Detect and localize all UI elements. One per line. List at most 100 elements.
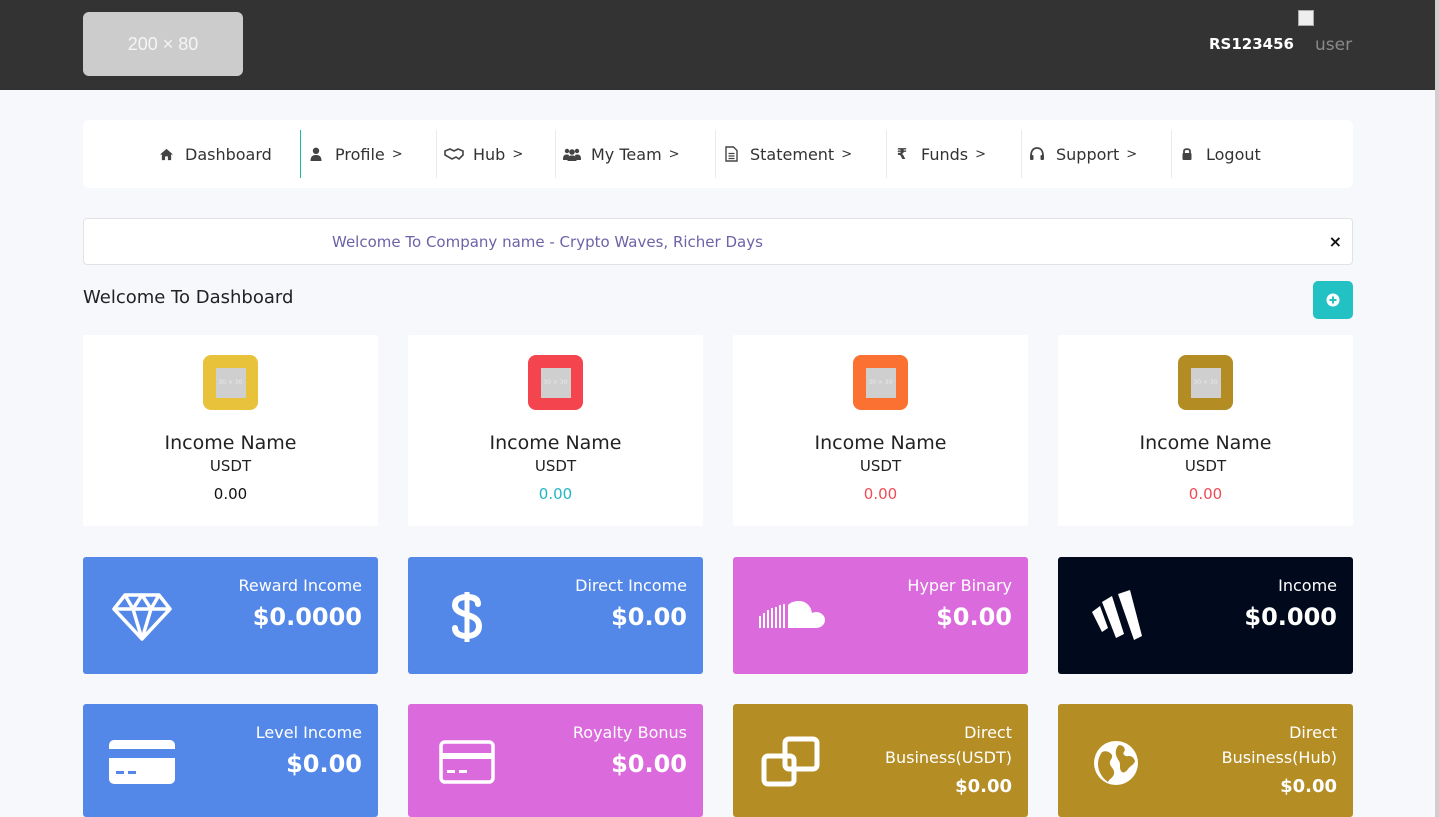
nav-item-support[interactable]: Support >: [1026, 130, 1137, 178]
stat-card-direct-income[interactable]: Direct Income $0.00: [408, 557, 703, 674]
announcement-marquee: Welcome To Company name - Crypto Waves, …: [83, 218, 1353, 265]
credit-card-icon: [109, 740, 175, 784]
chevron-right-icon: >: [391, 146, 403, 162]
broken-image-icon: [1298, 10, 1314, 26]
stat-card-income[interactable]: Income $0.000: [1058, 557, 1353, 674]
stat-label: Direct Income: [575, 576, 687, 595]
income-card-name: Income Name: [489, 432, 622, 454]
stat-label: Direct Business(USDT): [885, 723, 1012, 767]
income-card-icon: 30 × 30: [528, 355, 583, 410]
nav-divider: [1171, 130, 1172, 178]
close-icon[interactable]: ×: [1329, 232, 1342, 251]
stat-card-level-income[interactable]: Level Income $0.00: [83, 704, 378, 817]
clone-icon: [761, 736, 820, 787]
stat-amount: $0.00: [936, 603, 1012, 631]
chevron-right-icon: >: [512, 146, 524, 162]
income-card: 30 × 30 Income Name USDT 0.00: [1058, 335, 1353, 526]
placeholder-image: 30 × 30: [215, 367, 246, 398]
avatar[interactable]: user: [1298, 10, 1358, 60]
scrollbar[interactable]: [1435, 0, 1439, 817]
nav-item-dashboard[interactable]: Dashboard: [155, 130, 272, 178]
nav-divider: [886, 130, 887, 178]
nav-item-logout[interactable]: Logout: [1176, 130, 1261, 178]
add-button[interactable]: [1313, 281, 1353, 319]
stat-label: Reward Income: [238, 576, 362, 595]
plus-circle-icon: [1326, 293, 1340, 307]
stat-amount: $0.000: [1244, 603, 1337, 631]
user-id: RS123456: [1209, 35, 1294, 53]
income-card-name: Income Name: [164, 432, 297, 454]
nav-divider: [1021, 130, 1022, 178]
home-icon: [155, 148, 177, 161]
stat-label: Hyper Binary: [907, 576, 1012, 595]
nav-item-profile[interactable]: Profile >: [305, 130, 403, 178]
income-card-value: 0.00: [863, 485, 898, 503]
nav-divider-active: [300, 130, 301, 178]
income-card-currency: USDT: [1184, 457, 1227, 475]
income-card-icon: 30 × 30: [1178, 355, 1233, 410]
handshake-icon: [443, 148, 465, 160]
stat-amount: $0.00: [1280, 776, 1337, 797]
placeholder-image: 30 × 30: [1190, 367, 1221, 398]
nav-item-my-team[interactable]: My Team >: [561, 130, 680, 178]
nav-divider: [436, 130, 437, 178]
stat-amount: $0.00: [611, 603, 687, 631]
income-card-value: 0.00: [213, 485, 248, 503]
income-card-icon: 30 × 30: [203, 355, 258, 410]
nav-label: My Team: [591, 144, 662, 164]
w-logo-icon: [1092, 590, 1142, 640]
income-card-icon: 30 × 30: [853, 355, 908, 410]
nav-label: Dashboard: [185, 144, 272, 164]
income-card: 30 × 30 Income Name USDT 0.00: [733, 335, 1028, 526]
income-card: 30 × 30 Income Name USDT 0.00: [83, 335, 378, 526]
nav-label: Funds: [921, 144, 969, 164]
income-card-currency: USDT: [859, 457, 902, 475]
soundcloud-icon: [759, 601, 825, 628]
marquee-text: Welcome To Company name - Crypto Waves, …: [332, 233, 763, 251]
stat-label: Royalty Bonus: [572, 723, 687, 742]
top-header: 200 × 80 RS123456 user: [0, 0, 1439, 90]
stat-card-direct-business-usdt[interactable]: Direct Business(USDT) $0.00: [733, 704, 1028, 817]
stat-card-reward-income[interactable]: Reward Income $0.0000: [83, 557, 378, 674]
logo-placeholder[interactable]: 200 × 80: [83, 12, 243, 76]
stat-label: Income: [1278, 576, 1337, 595]
nav-label: Logout: [1206, 144, 1261, 164]
chevron-right-icon: >: [975, 146, 987, 162]
avatar-alt-text: user: [1315, 35, 1353, 55]
nav-label: Statement: [750, 144, 835, 164]
stat-amount: $0.00: [286, 750, 362, 778]
nav-item-hub[interactable]: Hub >: [443, 130, 523, 178]
stat-card-hyper-binary[interactable]: Hyper Binary $0.00: [733, 557, 1028, 674]
page-title: Welcome To Dashboard: [83, 287, 294, 308]
lock-icon: [1176, 147, 1198, 161]
nav-divider: [555, 130, 556, 178]
nav-label: Profile: [335, 144, 385, 164]
stat-amount: $0.00: [611, 750, 687, 778]
document-icon: [720, 146, 742, 162]
credit-card-outline-icon: [439, 740, 495, 784]
income-card-name: Income Name: [814, 432, 947, 454]
income-card-currency: USDT: [209, 457, 252, 475]
stat-amount: $0.0000: [252, 603, 362, 631]
stat-card-direct-business-hub[interactable]: Direct Business(Hub) $0.00: [1058, 704, 1353, 817]
stat-amount: $0.00: [955, 776, 1012, 797]
placeholder-image: 30 × 30: [865, 367, 896, 398]
income-card-value: 0.00: [538, 485, 573, 503]
diamond-icon: [112, 593, 172, 641]
chevron-right-icon: >: [668, 146, 680, 162]
chevron-right-icon: >: [1126, 146, 1138, 162]
income-card-currency: USDT: [534, 457, 577, 475]
stat-label: Level Income: [255, 723, 362, 742]
nav-item-statement[interactable]: Statement >: [720, 130, 852, 178]
stat-card-royalty-bonus[interactable]: Royalty Bonus $0.00: [408, 704, 703, 817]
nav-item-funds[interactable]: ₹ Funds >: [891, 130, 986, 178]
placeholder-image: 30 × 30: [540, 367, 571, 398]
user-icon: [305, 147, 327, 161]
income-card-name: Income Name: [1139, 432, 1272, 454]
income-card: 30 × 30 Income Name USDT 0.00: [408, 335, 703, 526]
nav-label: Support: [1056, 144, 1120, 164]
dollar-icon: [451, 592, 483, 642]
nav-divider: [715, 130, 716, 178]
users-icon: [561, 148, 583, 161]
stat-label: Direct Business(Hub): [1221, 723, 1337, 767]
